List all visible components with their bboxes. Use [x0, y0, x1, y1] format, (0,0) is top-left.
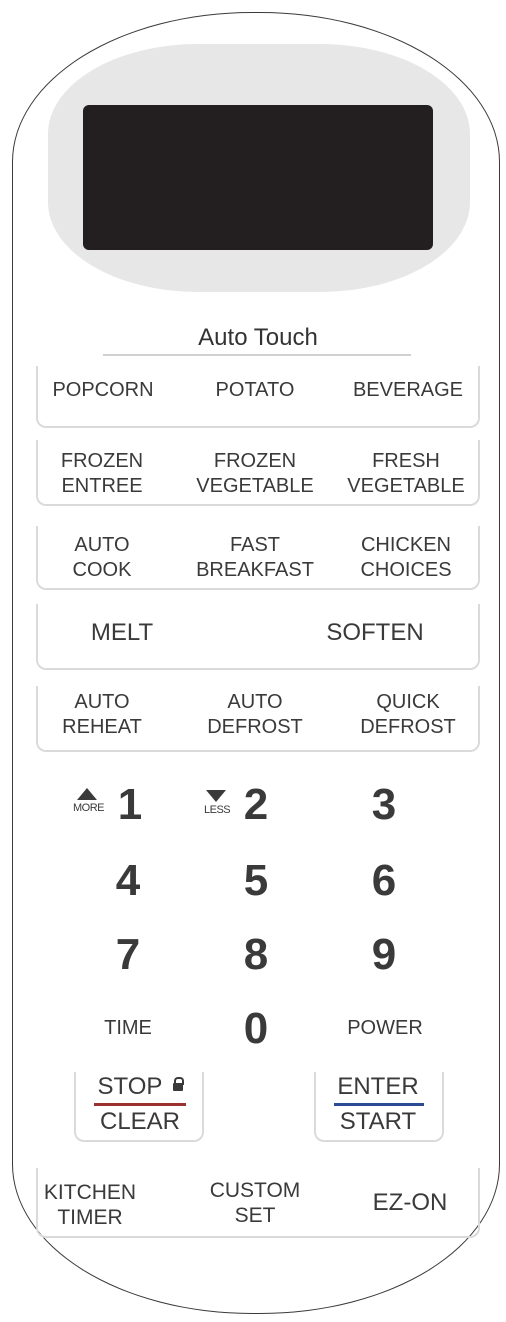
kitchen-timer-button[interactable]: KITCHEN TIMER	[40, 1180, 140, 1230]
custom-set-line2: SET	[234, 1204, 276, 1227]
fast-breakfast-line1: FAST	[229, 534, 280, 556]
stop-clear-button[interactable]: CLEAR	[80, 1108, 200, 1136]
fast-breakfast-line2: BREAKFAST	[196, 559, 314, 581]
auto-cook-line2: COOK	[72, 559, 132, 581]
potato-button[interactable]: POTATO	[194, 378, 316, 403]
less-arrow-icon	[206, 790, 226, 802]
auto-defrost-button[interactable]: AUTO DEFROST	[188, 690, 322, 740]
custom-set-button[interactable]: CUSTOM SET	[190, 1178, 320, 1228]
fresh-vegetable-line1: FRESH	[372, 450, 440, 472]
auto-reheat-button[interactable]: AUTO REHEAT	[40, 690, 164, 740]
chicken-choices-line2: CHOICES	[360, 559, 452, 581]
lock-icon	[173, 1077, 184, 1091]
quick-defrost-line1: QUICK	[376, 691, 440, 713]
chicken-choices-button[interactable]: CHICKEN CHOICES	[336, 533, 476, 583]
digit-0-button[interactable]: 0	[226, 1004, 286, 1054]
stop-underline	[94, 1103, 186, 1106]
title-divider	[103, 354, 411, 356]
popcorn-button[interactable]: POPCORN	[42, 378, 164, 403]
quick-defrost-button[interactable]: QUICK DEFROST	[340, 690, 476, 740]
enter-underline	[334, 1103, 424, 1106]
fresh-vegetable-line2: VEGETABLE	[347, 475, 465, 497]
custom-set-line1: CUSTOM	[209, 1179, 301, 1202]
fresh-vegetable-button[interactable]: FRESH VEGETABLE	[336, 449, 476, 499]
digit-2-button[interactable]: 2	[226, 780, 286, 830]
fast-breakfast-button[interactable]: FAST BREAKFAST	[188, 533, 322, 583]
digit-5-button[interactable]: 5	[226, 856, 286, 906]
auto-defrost-line1: AUTO	[227, 691, 283, 713]
frozen-vegetable-line2: VEGETABLE	[196, 475, 314, 497]
kitchen-timer-line2: TIMER	[57, 1206, 123, 1229]
digit-7-button[interactable]: 7	[98, 930, 158, 980]
enter-label: ENTER	[337, 1073, 419, 1100]
quick-defrost-line2: DEFROST	[360, 716, 456, 738]
frozen-entree-line2: ENTREE	[61, 475, 143, 497]
frozen-entree-line1: FROZEN	[60, 450, 144, 472]
melt-button[interactable]: MELT	[60, 620, 184, 645]
kitchen-timer-line1: KITCHEN	[43, 1181, 137, 1204]
auto-defrost-line2: DEFROST	[207, 716, 303, 738]
stop-label: STOP	[97, 1073, 163, 1100]
soften-button[interactable]: SOFTEN	[300, 620, 450, 645]
enter-start-button[interactable]: START	[318, 1108, 438, 1136]
time-button[interactable]: TIME	[78, 1016, 178, 1041]
ez-on-button[interactable]: EZ-ON	[350, 1190, 470, 1215]
digit-4-button[interactable]: 4	[98, 856, 158, 906]
display-screen	[83, 105, 433, 250]
auto-reheat-line1: AUTO	[74, 691, 130, 713]
auto-cook-button[interactable]: AUTO COOK	[40, 533, 164, 583]
digit-3-button[interactable]: 3	[354, 780, 414, 830]
digit-9-button[interactable]: 9	[354, 930, 414, 980]
digit-8-button[interactable]: 8	[226, 930, 286, 980]
auto-reheat-line2: REHEAT	[62, 716, 142, 738]
chicken-choices-line1: CHICKEN	[360, 534, 451, 556]
more-arrow-icon	[77, 788, 97, 800]
digit-6-button[interactable]: 6	[354, 856, 414, 906]
power-button[interactable]: POWER	[330, 1016, 440, 1041]
auto-touch-title: Auto Touch	[198, 324, 318, 351]
frozen-vegetable-line1: FROZEN	[213, 450, 297, 472]
frozen-entree-button[interactable]: FROZEN ENTREE	[40, 449, 164, 499]
beverage-button[interactable]: BEVERAGE	[340, 378, 476, 403]
auto-cook-line1: AUTO	[74, 534, 130, 556]
frozen-vegetable-button[interactable]: FROZEN VEGETABLE	[188, 449, 322, 499]
digit-1-button[interactable]: 1	[100, 780, 160, 830]
